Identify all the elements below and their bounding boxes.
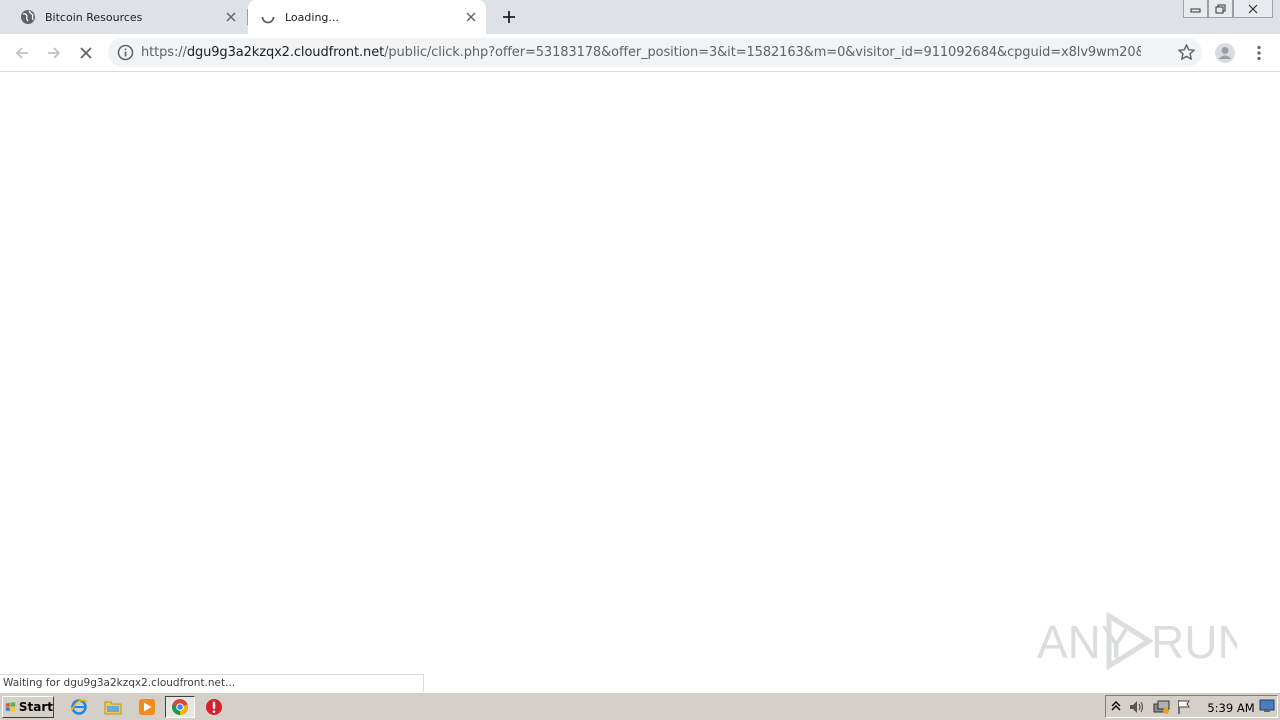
show-hidden-icons-button[interactable]: [1110, 699, 1124, 715]
chevron-up-icon: [1111, 701, 1121, 711]
system-tray: 5:39 AM: [1105, 695, 1278, 718]
forward-arrow-icon: [48, 47, 61, 59]
back-button[interactable]: [9, 40, 35, 66]
windows-logo-icon: [5, 702, 16, 712]
stop-icon: [80, 47, 92, 59]
start-label: Start: [18, 700, 53, 714]
loading-spinner-icon: [260, 9, 276, 25]
close-window-button[interactable]: [1233, 0, 1273, 18]
security-alert-icon[interactable]: [204, 697, 224, 717]
tab-title: Bitcoin Resources: [45, 10, 143, 24]
restore-icon: [1215, 4, 1226, 13]
tab-bitcoin-resources[interactable]: Bitcoin Resources: [8, 0, 248, 34]
clock[interactable]: 5:39 AM: [1199, 696, 1263, 720]
network-icon[interactable]: [1152, 699, 1170, 715]
browser-toolbar: https://dgu9g3a2kzqx2.cloudfront.net/pub…: [0, 34, 1280, 72]
forward-button[interactable]: [41, 40, 67, 66]
avatar-icon: [1215, 43, 1235, 63]
show-desktop-icon[interactable]: [1259, 699, 1277, 715]
status-bubble: Waiting for dgu9g3a2kzqx2.cloudfront.net…: [0, 674, 424, 692]
info-icon[interactable]: [117, 44, 134, 61]
menu-button[interactable]: [1246, 40, 1272, 66]
chrome-icon: [172, 699, 188, 715]
start-button[interactable]: Start: [2, 696, 54, 718]
action-center-flag-icon[interactable]: [1176, 699, 1194, 715]
globe-icon: [20, 9, 36, 25]
internet-explorer-icon[interactable]: [69, 697, 89, 717]
url-path: /public/click.php?offer=53183178&offer_p…: [384, 45, 1141, 60]
kebab-menu-icon: [1257, 45, 1261, 61]
anyrun-watermark: ANY RUN: [1037, 606, 1251, 676]
minimize-button[interactable]: [1183, 0, 1208, 18]
chrome-taskbar-button[interactable]: [165, 696, 195, 718]
back-arrow-icon: [15, 47, 28, 59]
stop-loading-button[interactable]: [73, 40, 99, 66]
page-viewport: [0, 72, 1280, 692]
url-host: dgu9g3a2kzqx2.cloudfront.net: [186, 45, 385, 60]
watermark-right-text: RUN: [1151, 616, 1237, 668]
plus-icon: [503, 11, 515, 23]
media-player-icon[interactable]: [137, 697, 157, 717]
tab-title: Loading...: [285, 10, 339, 24]
minimize-icon: [1190, 8, 1201, 12]
close-icon: [1248, 4, 1258, 13]
restore-button[interactable]: [1208, 0, 1233, 18]
tab-loading[interactable]: Loading...: [248, 0, 486, 34]
taskbar: Start 5:39 AM: [0, 692, 1280, 720]
close-tab-icon[interactable]: [222, 8, 240, 26]
url-scheme: https://: [141, 45, 187, 60]
address-bar[interactable]: https://dgu9g3a2kzqx2.cloudfront.net/pub…: [108, 38, 1202, 67]
profile-button[interactable]: [1212, 40, 1238, 66]
url-text[interactable]: https://dgu9g3a2kzqx2.cloudfront.net/pub…: [141, 38, 1141, 67]
volume-icon[interactable]: [1128, 699, 1146, 715]
tab-strip: Bitcoin Resources Loading...: [0, 0, 1280, 34]
close-tab-icon[interactable]: [462, 8, 480, 26]
new-tab-button[interactable]: [498, 6, 520, 28]
file-explorer-icon[interactable]: [103, 697, 123, 717]
bookmark-star-icon[interactable]: [1177, 43, 1196, 62]
